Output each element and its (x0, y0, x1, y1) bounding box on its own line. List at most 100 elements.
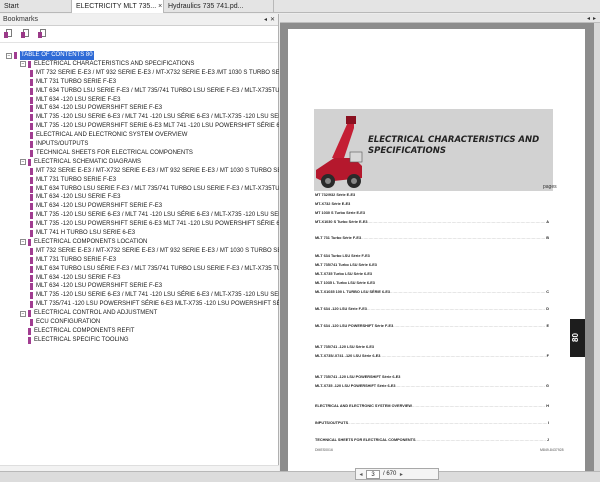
vertical-scrollbar[interactable] (594, 23, 600, 471)
bookmark-item[interactable]: MLT 735 -120 LSU SERIE 6-E3 / MLT 741 -1… (30, 113, 279, 122)
toc-entry-page: A (546, 220, 549, 224)
bookmark-item[interactable]: − TABLE OF CONTENTS 80 (6, 51, 94, 60)
bookmark-label: ELECTRICAL CONTROL AND ADJUSTMENT (34, 310, 158, 317)
bookmark-item[interactable]: MLT 741 H TURBO LSU SERIE 6-E3 (30, 229, 135, 238)
toc-entry[interactable]: MT-X1030 S Turbo Série E-E3.............… (315, 220, 549, 226)
bookmark-icon (30, 301, 33, 309)
bookmark-item[interactable]: MLT 634 -120 LSU POWERSHIFT SERIE F-E3 (30, 202, 162, 211)
bookmark-item[interactable]: MLT 634 -120 LSU POWERSHIFT SERIE F-E3 (30, 104, 162, 113)
bookmark-label: MLT 634 -120 LSU SERIE F-E3 (36, 194, 121, 201)
toc-entry[interactable]: MLT-X735 -120 LSU POWERSHIFT Série 6-E3.… (315, 384, 549, 390)
bookmarks-toolbar (0, 26, 278, 43)
bookmark-item[interactable]: − ELECTRICAL SCHEMATIC DIAGRAMS (20, 158, 141, 167)
bookmark-label: MLT 634 -120 LSU SERIE F-E3 (36, 274, 121, 281)
close-icon[interactable]: × (156, 0, 162, 13)
bookmark-item[interactable]: MLT 731 TURBO SERIE F-E3 (30, 176, 116, 185)
bookmark-item[interactable]: MT 732 SERIE E-E3 / MT-X732 SERIE E-E3 /… (30, 247, 279, 256)
bookmark-icon (30, 167, 33, 175)
bookmark-item[interactable]: TECHNICAL SHEETS FOR ELECTRICAL COMPONEN… (30, 149, 193, 158)
bookmark-item[interactable]: MLT 634 TURBO LSU SERIE F-E3 / MLT 735/7… (30, 185, 279, 194)
bookmark-icon (30, 96, 33, 104)
bookmark-item[interactable]: MLT 735 -120 LSU SERIE 6-E3 / MLT 741 -1… (30, 211, 279, 220)
bookmark-label: ELECTRICAL SPECIFIC TOOLING (34, 336, 129, 343)
toc-leader: ........................................… (361, 236, 546, 240)
bookmark-options-icon[interactable] (4, 29, 14, 39)
bookmark-item[interactable]: MLT 735 -120 LSU POWERSHIFT SERIE 6-E3 M… (30, 122, 279, 131)
bookmark-item[interactable]: MLT 735/741 -120 LSU POWERSHIFT SÉRIE 6-… (30, 300, 279, 309)
prev-page-icon[interactable]: ◂ (356, 471, 366, 478)
bookmark-item[interactable]: − ELECTRICAL COMPONENTS LOCATION (20, 238, 147, 247)
bookmark-item[interactable]: MLT 735 -120 LSU POWERSHIFT SERIE 6-E3 M… (30, 220, 279, 229)
toc-entry-title: MT-X1030 S Turbo Série E-E3 (315, 220, 368, 224)
next-page-icon[interactable]: ▸ (396, 471, 406, 478)
panel-close-icon[interactable]: ✕ (270, 16, 275, 23)
toc-entry[interactable]: MLT 1035 L Turbo LSU Série 6-E3 (315, 281, 549, 287)
bookmark-item[interactable]: MLT 634 TURBO LSU SÉRIE F-E3 / MLT 735/7… (30, 265, 279, 274)
panel-menu-icon[interactable]: ◂ (264, 16, 267, 23)
toc-entry[interactable]: MLT 735/741 Turbo LSU Série 6-E3 (315, 263, 549, 269)
bookmarks-header: Bookmarks ◂ ✕ (0, 14, 278, 26)
collapse-icon[interactable]: − (20, 159, 26, 166)
toc-entry[interactable]: MLT-X1035 100 L TURBO LSU SÉRIE 6-E3....… (315, 290, 549, 296)
collapse-icon[interactable]: − (6, 52, 12, 59)
toc-entry[interactable]: MT-X732 Série E-E3 (315, 202, 549, 208)
bookmark-icon (30, 230, 33, 237)
toc-entry-title: MLT 735/741 -120 LSU Série 6-E3 (315, 345, 375, 349)
toc-entry[interactable]: MLT 735/741 -120 LSU Série 6-E3 (315, 345, 549, 351)
section-number-tab: 80 (570, 319, 585, 357)
toc-entry[interactable]: MLT-X735 Turbo LSU Série 6-E3 (315, 272, 549, 278)
tab-hydraulics[interactable]: Hydraulics 735 741.pd... (164, 0, 274, 13)
bookmark-item[interactable]: MLT 634 -120 LSU SERIE F-E3 (30, 274, 120, 283)
bookmark-label: MLT 634 TURBO LSU SERIE F-E3 / MLT 735/7… (36, 185, 279, 192)
toc-entry[interactable]: MLT-X735/-X741 -120 LSU Série 6-E3......… (315, 354, 549, 360)
bookmark-item[interactable]: ELECTRICAL SPECIFIC TOOLING (20, 336, 129, 345)
bookmark-label: MLT 735 -120 LSU POWERSHIFT SERIE 6-E3 M… (36, 221, 279, 228)
bookmark-icon (30, 132, 33, 140)
toc-entry[interactable]: MT 1030 S Turbo Série E-E3 (315, 211, 549, 217)
bookmark-label: TABLE OF CONTENTS 80 (20, 51, 94, 60)
toc-entry[interactable]: MLT 731 Turbo Série F-E3................… (315, 236, 549, 242)
toc-entry[interactable]: TECHNICAL SHEETS FOR ELECTRICAL COMPONEN… (315, 438, 549, 444)
section-title: ELECTRICAL CHARACTERISTICS AND SPECIFICA… (368, 135, 548, 157)
bookmark-label: MLT 634 -120 LSU POWERSHIFT SERIE F-E3 (36, 283, 163, 290)
viewer-prev-icon[interactable]: ◂ (587, 15, 590, 22)
toc-entry[interactable]: MLT 735/741 -120 LSU POWERSHIFT Série 6-… (315, 375, 549, 381)
toc-entry-title: MT 1030 S Turbo Série E-E3 (315, 211, 365, 215)
viewer-next-icon[interactable]: ▸ (593, 15, 596, 22)
toc-entry[interactable]: MLT 634 -120 LSU POWERSHIFT Série F-E3..… (315, 324, 549, 330)
toc-entry-title: MLT 735/741 Turbo LSU Série 6-E3 (315, 263, 377, 267)
toc-entry[interactable]: MLT 634 -120 LSU Série F-E3.............… (315, 307, 549, 313)
toc-entry[interactable]: INPUTS/OUTPUTS..........................… (315, 421, 549, 427)
bookmark-item[interactable]: − ELECTRICAL CONTROL AND ADJUSTMENT (20, 309, 157, 318)
bookmark-item[interactable]: − ELECTRICAL CHARACTERISTICS AND SPECIFIC… (20, 60, 194, 69)
bookmark-item[interactable]: MT 732 SERIE E-E3 / MT-X732 SERIE E-E3 /… (30, 167, 279, 176)
bookmark-label: ELECTRICAL COMPONENTS LOCATION (34, 238, 148, 245)
bookmark-item[interactable]: MLT 634 -120 LSU SERIE F-E3 (30, 96, 120, 105)
expand-bookmark-icon[interactable] (38, 29, 48, 39)
bookmark-item[interactable]: ELECTRICAL COMPONENTS REFIT (20, 327, 134, 336)
bookmark-item[interactable]: ELECTRICAL AND ELECTRONIC SYSTEM OVERVIE… (30, 131, 187, 140)
bookmark-item[interactable]: MLT 731 TURBO SERIE F-E3 (30, 256, 116, 265)
bookmark-item[interactable]: MLT 731 TURBO SERIE F-E3 (30, 78, 116, 87)
bookmark-item[interactable]: MLT 634 -120 LSU SERIE F-E3 (30, 193, 120, 202)
bookmark-item[interactable]: MLT 634 TURBO LSU SERIE F-E3 / MLT 735/7… (30, 87, 279, 96)
bookmark-item[interactable]: ECU CONFIGURATION (30, 318, 100, 327)
collapse-icon[interactable]: − (20, 61, 26, 68)
toc-entry[interactable]: ELECTRICAL AND ELECTRONIC SYSTEM OVERVIE… (315, 404, 549, 410)
toc-entry-title: MT-X732 Série E-E3 (315, 202, 351, 206)
tab-start[interactable]: Start (0, 0, 72, 13)
bookmark-item[interactable]: INPUTS/OUTPUTS (30, 140, 88, 149)
toc-leader: ........................................… (411, 404, 545, 408)
bookmark-label: MT 732 SERIE E-E3 / MT 932 SERIE E-E3 / … (36, 69, 279, 76)
page-number-input[interactable]: 3 (366, 469, 380, 479)
collapse-icon[interactable]: − (20, 239, 26, 246)
bookmark-label: ELECTRICAL CHARACTERISTICS AND SPECIFICA… (34, 60, 195, 67)
new-bookmark-icon[interactable] (21, 29, 31, 39)
tab-electricity[interactable]: ELECTRICITY MLT 735... × (72, 0, 164, 13)
toc-entry[interactable]: MT 732/932 Série E-E3 (315, 193, 549, 199)
bookmark-item[interactable]: MLT 735 -120 LSU SERIE 6-E3 / MLT 741 -1… (30, 291, 279, 300)
toc-entry[interactable]: MLT 634 Turbo LSU Série F-E3 (315, 254, 549, 260)
bookmark-item[interactable]: MLT 634 -120 LSU POWERSHIFT SERIE F-E3 (30, 282, 162, 291)
collapse-icon[interactable]: − (20, 310, 26, 317)
bookmark-item[interactable]: MT 732 SERIE E-E3 / MT 932 SERIE E-E3 / … (30, 69, 279, 78)
